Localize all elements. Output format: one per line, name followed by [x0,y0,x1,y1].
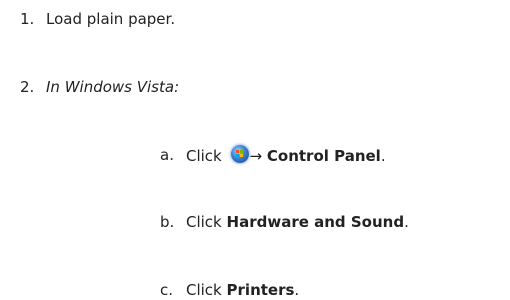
substep-text: Click Printers. [186,280,299,300]
step-text: In Windows Vista: [46,78,180,96]
substep-b: b. Click Hardware and Sound. [160,212,409,232]
step-number: 2. [20,78,35,96]
substep-bold: Hardware and Sound [226,213,405,231]
step-number: 1. [20,10,35,28]
substep-letter: b. [160,213,175,231]
substep-text: Click Hardware and Sound. [186,212,409,232]
substep-prefix: Click [186,213,222,231]
substep-bold: Control Panel [266,147,381,165]
substep-c: c. Click Printers. [160,280,299,300]
step-text: Load plain paper. [46,10,176,28]
substep-prefix: Click [186,147,222,165]
windows-start-orb-icon [230,145,249,163]
step-1: 1. Load plain paper. [20,9,175,29]
substep-suffix: . [404,213,409,231]
substep-a: a. Click → Control Panel. [160,145,386,165]
substep-prefix: Click [186,281,222,299]
substep-bold: Printers [226,281,295,299]
substep-text: Click → Control Panel. [186,145,386,166]
step-2: 2. In Windows Vista: [20,77,179,97]
arrow-icon: → [249,147,263,165]
substep-suffix: . [380,147,386,165]
substep-letter: a. [160,146,174,164]
substep-letter: c. [160,281,174,299]
substep-suffix: . [294,281,300,299]
